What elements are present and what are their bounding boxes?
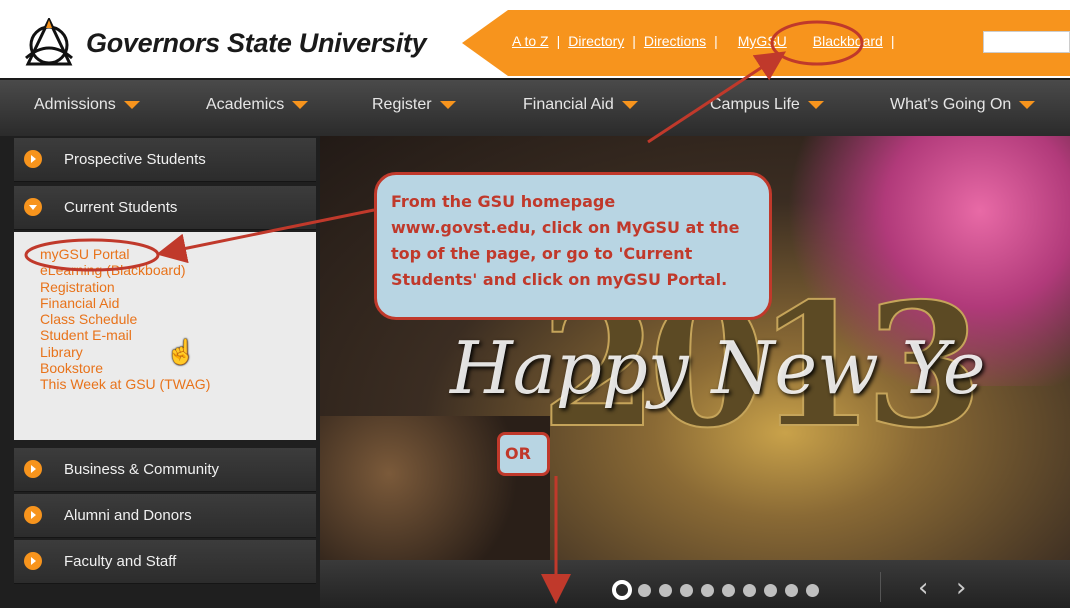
slide-dot[interactable] xyxy=(806,584,819,597)
site-header: Governors State University A to Z | Direct… xyxy=(0,0,1070,78)
arrow-down-bullet-icon xyxy=(24,198,42,216)
link-twag[interactable]: This Week at GSU (TWAG) xyxy=(40,376,316,392)
sidebar-item-label: Prospective Students xyxy=(64,151,206,168)
slide-dot[interactable] xyxy=(659,584,672,597)
sidebar-item-label: Faculty and Staff xyxy=(64,553,177,570)
nav-financial-aid[interactable]: Financial Aid xyxy=(523,96,638,114)
prev-arrow-icon[interactable]: ‹ xyxy=(918,573,928,603)
nav-label: Admissions xyxy=(34,96,116,113)
or-callout: OR xyxy=(497,432,550,476)
sidebar-item-prospective-students[interactable]: Prospective Students xyxy=(14,138,316,182)
current-students-submenu: myGSU Portal eLearning (Blackboard) Regi… xyxy=(14,232,316,440)
hero-greeting: Happy New Ye xyxy=(450,326,986,410)
caret-down-icon xyxy=(439,100,456,109)
caret-down-icon xyxy=(123,100,140,109)
instruction-callout: From the GSU homepage www.govst.edu, cli… xyxy=(374,172,772,320)
separator: | xyxy=(632,33,636,49)
sidebar-item-label: Alumni and Donors xyxy=(64,507,192,524)
main-nav: Admissions Academics Register Financial … xyxy=(0,78,1070,136)
slide-dot[interactable] xyxy=(764,584,777,597)
caret-down-icon xyxy=(807,100,824,109)
search-input[interactable] xyxy=(983,31,1070,53)
arrow-right-bullet-icon xyxy=(24,552,42,570)
nav-label: Campus Life xyxy=(710,96,800,113)
link-financial-aid[interactable]: Financial Aid xyxy=(40,295,316,311)
hand-cursor-icon: ☝ xyxy=(166,339,196,366)
slide-dot[interactable] xyxy=(785,584,798,597)
slide-dot[interactable] xyxy=(638,584,651,597)
arrow-right-bullet-icon xyxy=(24,506,42,524)
link-mygsu[interactable]: MyGSU xyxy=(738,33,787,49)
nav-admissions[interactable]: Admissions xyxy=(34,96,140,114)
caret-down-icon xyxy=(621,100,638,109)
slide-dot[interactable] xyxy=(701,584,714,597)
nav-register[interactable]: Register xyxy=(372,96,456,114)
sidebar-item-alumni-donors[interactable]: Alumni and Donors xyxy=(14,494,316,538)
arrow-right-bullet-icon xyxy=(24,150,42,168)
sidebar-item-label: Business & Community xyxy=(64,461,220,478)
sidebar-item-label: Current Students xyxy=(64,199,178,216)
university-name[interactable]: Governors State University xyxy=(86,28,427,59)
slider-divider xyxy=(880,572,881,602)
nav-whats-going-on[interactable]: What's Going On xyxy=(890,96,1036,114)
link-directory[interactable]: Directory xyxy=(568,33,624,49)
slide-dot[interactable] xyxy=(743,584,756,597)
or-label: OR xyxy=(505,444,531,463)
link-registration[interactable]: Registration xyxy=(40,279,316,295)
link-blackboard[interactable]: Blackboard xyxy=(813,33,883,49)
nav-label: Register xyxy=(372,96,432,113)
slider-controls: ‹ › xyxy=(320,560,1070,608)
arrow-right-bullet-icon xyxy=(24,460,42,478)
slide-dot[interactable] xyxy=(680,584,693,597)
next-arrow-icon[interactable]: › xyxy=(956,573,966,603)
slide-dot[interactable] xyxy=(722,584,735,597)
link-a-to-z[interactable]: A to Z xyxy=(512,33,549,49)
caret-down-icon xyxy=(292,100,309,109)
quick-links: A to Z | Directory | Directions | MyGSU Blackbo… xyxy=(512,33,902,49)
slide-dot-active[interactable] xyxy=(612,580,632,600)
nav-label: Academics xyxy=(206,96,285,113)
link-mygsu-portal[interactable]: myGSU Portal xyxy=(40,246,316,262)
link-class-schedule[interactable]: Class Schedule xyxy=(40,311,316,327)
gsu-logo-icon[interactable] xyxy=(20,18,78,68)
nav-campus-life[interactable]: Campus Life xyxy=(710,96,824,114)
caret-down-icon xyxy=(1019,100,1036,109)
link-directions[interactable]: Directions xyxy=(644,33,706,49)
nav-label: What's Going On xyxy=(890,96,1012,113)
separator: | xyxy=(556,33,561,49)
nav-academics[interactable]: Academics xyxy=(206,96,309,114)
sidebar-item-current-students[interactable]: Current Students xyxy=(14,186,316,230)
nav-label: Financial Aid xyxy=(523,96,614,113)
sidebar-item-faculty-staff[interactable]: Faculty and Staff xyxy=(14,540,316,584)
separator: | xyxy=(890,33,895,49)
separator: | xyxy=(714,33,718,49)
link-elearning[interactable]: eLearning (Blackboard) xyxy=(40,262,316,278)
sidebar-item-business-community[interactable]: Business & Community xyxy=(14,448,316,492)
callout-text: From the GSU homepage www.govst.edu, cli… xyxy=(391,192,740,289)
